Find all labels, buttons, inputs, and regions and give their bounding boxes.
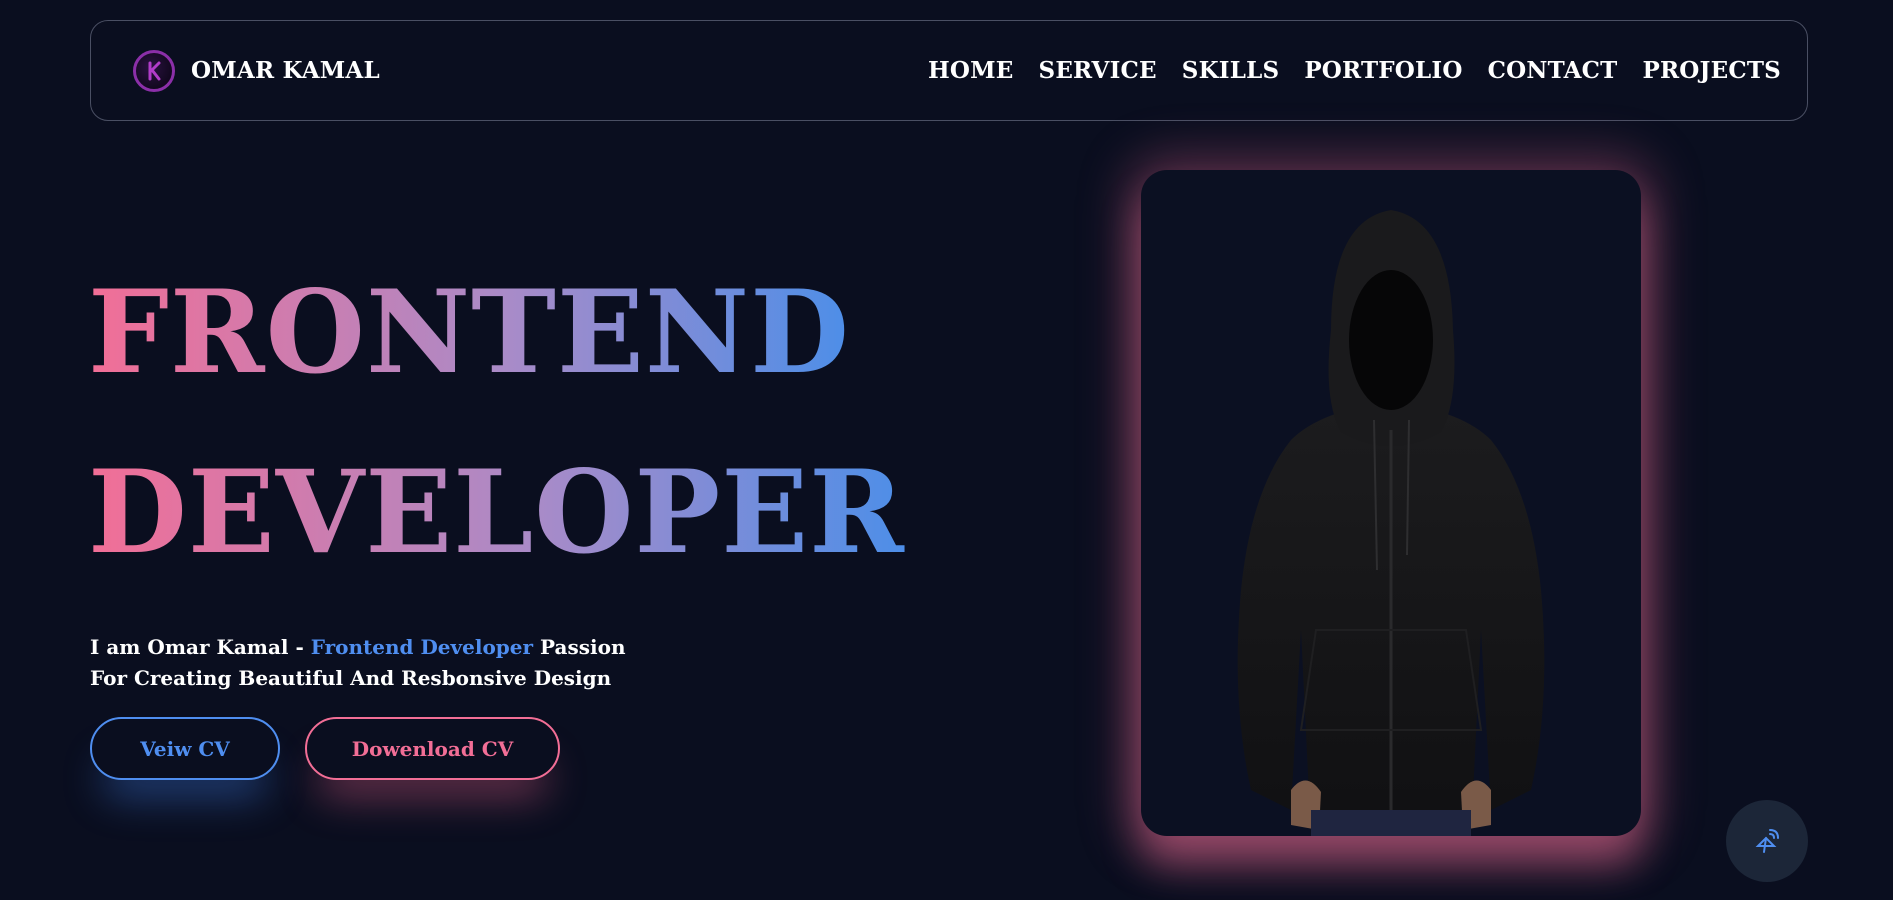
hero-title-line-2: DEVELOPER <box>88 422 905 602</box>
nav-skills-link[interactable]: SKILLS <box>1182 57 1280 84</box>
view-cv-button[interactable]: Veiw CV <box>90 717 280 780</box>
nav-home-link[interactable]: HOME <box>928 57 1014 84</box>
hero-intro: I am Omar Kamal - Frontend Developer Pas… <box>90 632 630 694</box>
navbar: OMAR KAMAL HOME SERVICE SKILLS PORTFOLIO… <box>90 20 1808 121</box>
hero-title-line-1: FRONTEND <box>88 242 850 422</box>
intro-highlight: Frontend Developer <box>310 635 534 659</box>
satellite-signal-icon <box>1755 829 1779 853</box>
brand[interactable]: OMAR KAMAL <box>133 49 380 92</box>
floating-action-button[interactable] <box>1726 800 1808 882</box>
download-cv-button[interactable]: Dowenload CV <box>305 717 560 780</box>
nav-contact-link[interactable]: CONTACT <box>1488 57 1618 84</box>
brand-name: OMAR KAMAL <box>191 57 380 84</box>
nav-portfolio-link[interactable]: PORTFOLIO <box>1304 57 1462 84</box>
intro-prefix: I am Omar Kamal - <box>90 635 311 659</box>
nav-service-link[interactable]: SERVICE <box>1039 57 1157 84</box>
k-monogram-logo-icon <box>133 49 175 92</box>
hero-title: FRONTEND DEVELOPER <box>88 242 905 602</box>
hooded-figure-image <box>1237 210 1545 836</box>
hero-photo <box>1141 170 1641 836</box>
main-nav: HOME SERVICE SKILLS PORTFOLIO CONTACT PR… <box>928 57 1781 84</box>
nav-projects-link[interactable]: PROJECTS <box>1643 57 1782 84</box>
